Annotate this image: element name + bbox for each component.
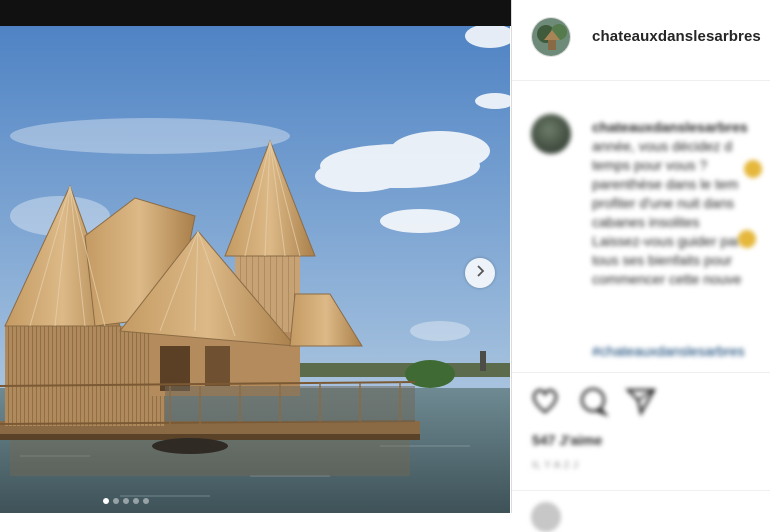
- post-username[interactable]: chateauxdanslesarbres: [592, 28, 761, 45]
- heart-icon[interactable]: [528, 384, 562, 418]
- caption-line: cabanes insolites: [592, 214, 700, 230]
- comment-icon[interactable]: [576, 384, 610, 418]
- chevron-right-icon: [474, 264, 486, 282]
- caption-line: année, vous décidez d: [592, 138, 733, 154]
- post-actions: [528, 384, 658, 418]
- emoji-icon: [738, 230, 756, 248]
- caption-line: profiter d'une nuit dans: [592, 195, 734, 211]
- caption-line: chateauxdanslesarbres: [592, 119, 748, 135]
- author-avatar[interactable]: [531, 17, 571, 57]
- commenter-avatar: [531, 502, 561, 532]
- carousel-dot: [123, 498, 129, 504]
- comment-separator: [512, 490, 770, 491]
- actions-separator: [512, 372, 770, 373]
- top-bar: [0, 0, 512, 26]
- carousel-dot: [133, 498, 139, 504]
- post-caption: chateauxdanslesarbres année, vous décide…: [592, 118, 770, 289]
- hashtag-link[interactable]: #chateauxdanslesarbres: [592, 343, 745, 359]
- carousel-dot: [113, 498, 119, 504]
- post-date: IL Y A 2 J: [532, 460, 579, 471]
- caption-line: temps pour vous ?: [592, 157, 708, 173]
- emoji-icon: [744, 160, 762, 178]
- caption-line: commencer cette nouve: [592, 271, 742, 287]
- caption-avatar[interactable]: [531, 114, 571, 154]
- carousel-dot: [103, 498, 109, 504]
- header-separator: [512, 80, 770, 81]
- caption-line: tous ses bienfaits pour: [592, 252, 733, 268]
- next-photo-button[interactable]: [465, 258, 495, 288]
- like-count[interactable]: 547 J'aime: [532, 432, 602, 448]
- carousel-dot: [143, 498, 149, 504]
- caption-line: parenthèse dans le tem: [592, 176, 739, 192]
- carousel-indicator: [103, 498, 149, 504]
- post-photo[interactable]: [0, 26, 510, 513]
- send-icon[interactable]: [624, 384, 658, 418]
